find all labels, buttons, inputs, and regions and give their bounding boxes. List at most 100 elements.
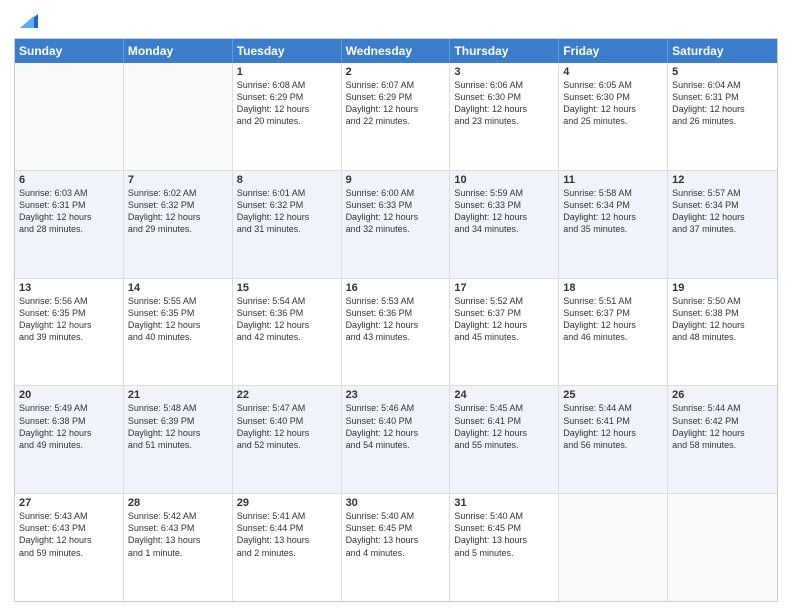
daylight-line: Daylight: 12 hours (19, 319, 119, 331)
sunrise-line: Sunrise: 6:06 AM (454, 79, 554, 91)
sunset-line: Sunset: 6:41 PM (454, 415, 554, 427)
day-number: 20 (19, 389, 119, 401)
calendar-day-3: 3Sunrise: 6:06 AMSunset: 6:30 PMDaylight… (450, 63, 559, 170)
calendar-day-23: 23Sunrise: 5:46 AMSunset: 6:40 PMDayligh… (342, 386, 451, 493)
daylight-line: and 54 minutes. (346, 439, 446, 451)
day-number: 9 (346, 174, 446, 186)
daylight-line: and 23 minutes. (454, 115, 554, 127)
calendar-week-3: 13Sunrise: 5:56 AMSunset: 6:35 PMDayligh… (15, 279, 777, 387)
calendar-day-28: 28Sunrise: 5:42 AMSunset: 6:43 PMDayligh… (124, 494, 233, 601)
calendar-week-5: 27Sunrise: 5:43 AMSunset: 6:43 PMDayligh… (15, 494, 777, 601)
sunset-line: Sunset: 6:33 PM (454, 199, 554, 211)
calendar-week-2: 6Sunrise: 6:03 AMSunset: 6:31 PMDaylight… (15, 171, 777, 279)
sunrise-line: Sunrise: 5:46 AM (346, 402, 446, 414)
calendar-day-1: 1Sunrise: 6:08 AMSunset: 6:29 PMDaylight… (233, 63, 342, 170)
daylight-line: Daylight: 12 hours (19, 211, 119, 223)
daylight-line: Daylight: 12 hours (454, 319, 554, 331)
calendar-day-18: 18Sunrise: 5:51 AMSunset: 6:37 PMDayligh… (559, 279, 668, 386)
sunset-line: Sunset: 6:34 PM (672, 199, 773, 211)
calendar-day-4: 4Sunrise: 6:05 AMSunset: 6:30 PMDaylight… (559, 63, 668, 170)
daylight-line: and 5 minutes. (454, 547, 554, 559)
day-number: 21 (128, 389, 228, 401)
daylight-line: Daylight: 12 hours (237, 103, 337, 115)
header (14, 10, 778, 32)
sunrise-line: Sunrise: 5:53 AM (346, 295, 446, 307)
day-number: 1 (237, 66, 337, 78)
day-number: 23 (346, 389, 446, 401)
daylight-line: and 43 minutes. (346, 331, 446, 343)
sunrise-line: Sunrise: 5:58 AM (563, 187, 663, 199)
calendar-day-6: 6Sunrise: 6:03 AMSunset: 6:31 PMDaylight… (15, 171, 124, 278)
daylight-line: Daylight: 12 hours (563, 211, 663, 223)
day-number: 7 (128, 174, 228, 186)
sunset-line: Sunset: 6:43 PM (19, 522, 119, 534)
daylight-line: Daylight: 12 hours (454, 427, 554, 439)
sunrise-line: Sunrise: 5:51 AM (563, 295, 663, 307)
calendar-body: 1Sunrise: 6:08 AMSunset: 6:29 PMDaylight… (15, 63, 777, 601)
sunrise-line: Sunrise: 5:57 AM (672, 187, 773, 199)
day-number: 30 (346, 497, 446, 509)
calendar-day-17: 17Sunrise: 5:52 AMSunset: 6:37 PMDayligh… (450, 279, 559, 386)
daylight-line: Daylight: 12 hours (563, 427, 663, 439)
sunrise-line: Sunrise: 5:54 AM (237, 295, 337, 307)
sunset-line: Sunset: 6:30 PM (563, 91, 663, 103)
calendar-day-12: 12Sunrise: 5:57 AMSunset: 6:34 PMDayligh… (668, 171, 777, 278)
daylight-line: and 46 minutes. (563, 331, 663, 343)
calendar-day-7: 7Sunrise: 6:02 AMSunset: 6:32 PMDaylight… (124, 171, 233, 278)
calendar-cell-empty (15, 63, 124, 170)
header-day-saturday: Saturday (668, 39, 777, 63)
sunrise-line: Sunrise: 5:40 AM (454, 510, 554, 522)
daylight-line: Daylight: 12 hours (128, 427, 228, 439)
day-number: 28 (128, 497, 228, 509)
daylight-line: Daylight: 12 hours (454, 211, 554, 223)
calendar-day-25: 25Sunrise: 5:44 AMSunset: 6:41 PMDayligh… (559, 386, 668, 493)
sunset-line: Sunset: 6:45 PM (346, 522, 446, 534)
sunset-line: Sunset: 6:36 PM (237, 307, 337, 319)
header-day-sunday: Sunday (15, 39, 124, 63)
calendar-cell-empty (124, 63, 233, 170)
sunrise-line: Sunrise: 5:55 AM (128, 295, 228, 307)
daylight-line: and 22 minutes. (346, 115, 446, 127)
calendar-header: SundayMondayTuesdayWednesdayThursdayFrid… (15, 39, 777, 63)
sunset-line: Sunset: 6:30 PM (454, 91, 554, 103)
sunrise-line: Sunrise: 5:43 AM (19, 510, 119, 522)
header-day-friday: Friday (559, 39, 668, 63)
sunset-line: Sunset: 6:37 PM (563, 307, 663, 319)
daylight-line: and 2 minutes. (237, 547, 337, 559)
daylight-line: and 49 minutes. (19, 439, 119, 451)
sunset-line: Sunset: 6:37 PM (454, 307, 554, 319)
calendar-day-10: 10Sunrise: 5:59 AMSunset: 6:33 PMDayligh… (450, 171, 559, 278)
calendar-week-1: 1Sunrise: 6:08 AMSunset: 6:29 PMDaylight… (15, 63, 777, 171)
sunset-line: Sunset: 6:32 PM (128, 199, 228, 211)
daylight-line: and 1 minute. (128, 547, 228, 559)
daylight-line: Daylight: 12 hours (672, 103, 773, 115)
day-number: 3 (454, 66, 554, 78)
daylight-line: Daylight: 12 hours (672, 319, 773, 331)
day-number: 15 (237, 282, 337, 294)
calendar-day-15: 15Sunrise: 5:54 AMSunset: 6:36 PMDayligh… (233, 279, 342, 386)
sunrise-line: Sunrise: 5:47 AM (237, 402, 337, 414)
sunrise-line: Sunrise: 5:41 AM (237, 510, 337, 522)
daylight-line: and 58 minutes. (672, 439, 773, 451)
calendar-day-30: 30Sunrise: 5:40 AMSunset: 6:45 PMDayligh… (342, 494, 451, 601)
sunset-line: Sunset: 6:35 PM (128, 307, 228, 319)
calendar-day-31: 31Sunrise: 5:40 AMSunset: 6:45 PMDayligh… (450, 494, 559, 601)
day-number: 13 (19, 282, 119, 294)
sunset-line: Sunset: 6:29 PM (237, 91, 337, 103)
sunrise-line: Sunrise: 6:04 AM (672, 79, 773, 91)
day-number: 2 (346, 66, 446, 78)
daylight-line: and 25 minutes. (563, 115, 663, 127)
daylight-line: Daylight: 13 hours (128, 534, 228, 546)
daylight-line: and 35 minutes. (563, 223, 663, 235)
header-day-thursday: Thursday (450, 39, 559, 63)
day-number: 29 (237, 497, 337, 509)
sunrise-line: Sunrise: 6:05 AM (563, 79, 663, 91)
daylight-line: Daylight: 12 hours (128, 319, 228, 331)
sunrise-line: Sunrise: 6:03 AM (19, 187, 119, 199)
day-number: 11 (563, 174, 663, 186)
header-day-tuesday: Tuesday (233, 39, 342, 63)
sunrise-line: Sunrise: 5:42 AM (128, 510, 228, 522)
daylight-line: Daylight: 12 hours (237, 427, 337, 439)
day-number: 5 (672, 66, 773, 78)
daylight-line: Daylight: 12 hours (19, 534, 119, 546)
